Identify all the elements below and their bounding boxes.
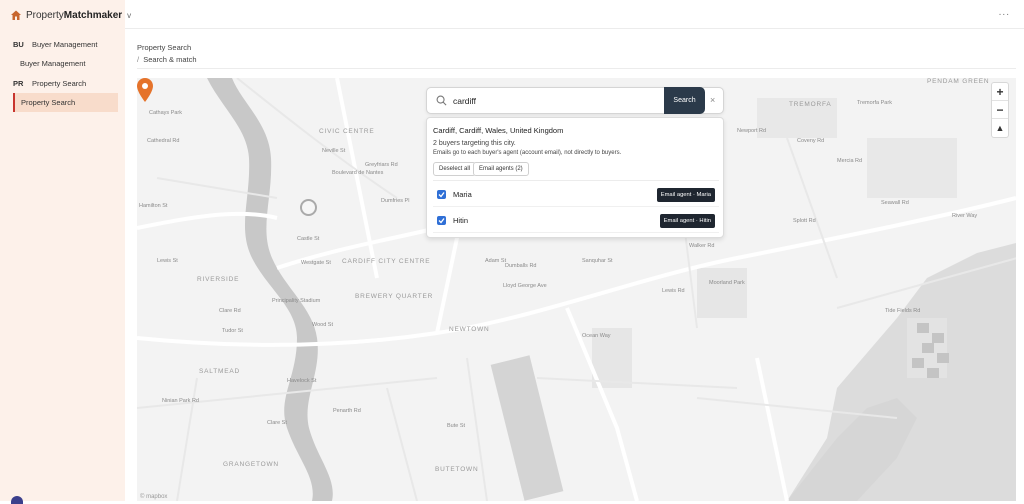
map-label: Moorland Park <box>709 280 745 286</box>
map-label: Coveny Rd <box>797 138 825 144</box>
map-label: BUTETOWN <box>435 466 479 473</box>
map-label: River Way <box>952 213 978 219</box>
map-label: Principality Stadium <box>272 298 321 304</box>
buyer-row: Maria Email agent · Maria <box>437 188 715 202</box>
nav-group-label: Property Search <box>32 79 87 88</box>
map-label: Dumfries Pl <box>381 198 410 204</box>
map-label: Lewis St <box>157 258 178 264</box>
map-label: Adam St <box>485 258 507 264</box>
nav-group-code: BU <box>13 40 24 49</box>
map-label: Seawall Rd <box>881 200 909 206</box>
map-label: Boulevard de Nantes <box>332 170 384 176</box>
top-bar: ... <box>125 0 1024 29</box>
email-agent-button[interactable]: Email agent · Maria <box>656 188 715 202</box>
house-icon <box>11 10 21 20</box>
brand-prefix: Property <box>26 9 64 21</box>
geolocate-circle <box>300 199 317 216</box>
map-attribution[interactable]: © mapbox <box>140 494 167 500</box>
zoom-in-button[interactable]: + <box>992 83 1008 101</box>
buyer-name: Hitin <box>453 216 469 225</box>
map-label: Newport Rd <box>737 128 767 134</box>
map-label: Hamilton St <box>139 203 168 209</box>
map-label: NEWTOWN <box>449 326 490 333</box>
brand[interactable]: Property Matchmaker v <box>10 7 131 23</box>
map-label: Ocean Way <box>582 333 611 339</box>
map-label: Westgate St <box>301 260 331 266</box>
email-agents-button[interactable]: Email agents (2) <box>473 162 529 176</box>
map-label: BREWERY QUARTER <box>355 293 434 300</box>
map-label: SALTMEAD <box>199 368 240 375</box>
map-label: Cathedral Rd <box>147 138 180 144</box>
map-label: Walker Rd <box>689 243 715 249</box>
nav-group-property-search[interactable]: PR Property Search <box>13 79 86 88</box>
map-label: Dumballs Rd <box>505 263 537 269</box>
map-label: Clare Rd <box>219 308 241 314</box>
map-label: Greyfriars Rd <box>365 162 398 168</box>
divider <box>433 206 719 207</box>
search-input[interactable] <box>453 93 653 109</box>
map-label: TREMORFA <box>789 101 832 108</box>
map-pin-icon[interactable] <box>137 78 153 102</box>
result-count: 2 buyers targeting this city. <box>433 140 516 147</box>
map-label: Mercia Rd <box>837 158 863 164</box>
map-label: Tudor St <box>222 328 243 334</box>
map-label: Bute St <box>447 423 466 429</box>
result-note: Emails go to each buyer's agent (account… <box>433 150 622 156</box>
more-menu-icon[interactable]: ... <box>999 7 1010 18</box>
nav-group-label: Buyer Management <box>32 40 98 49</box>
map-label: Tremorfa Park <box>857 100 892 106</box>
buyer-name: Maria <box>453 190 472 199</box>
nav-group-buyer-management[interactable]: BU Buyer Management <box>13 40 97 49</box>
buyer-row: Hitin Email agent · Hitin <box>437 214 715 228</box>
email-agent-button[interactable]: Email agent · Hitin <box>659 214 715 228</box>
map-label: PENDAM GREEN <box>927 78 990 85</box>
divider <box>433 232 719 233</box>
breadcrumb-current: Search & match <box>143 55 197 64</box>
checkmark-icon <box>438 218 445 224</box>
search-button[interactable]: Search <box>664 87 705 114</box>
compass-button[interactable]: ▲ <box>992 119 1008 137</box>
divider <box>433 180 719 181</box>
map-label: GRANGETOWN <box>223 461 279 468</box>
buyer-checkbox[interactable] <box>437 216 446 225</box>
zoom-out-button[interactable]: − <box>992 101 1008 119</box>
breadcrumb: / Search & match <box>137 55 197 64</box>
result-place: Cardiff, Cardiff, Wales, United Kingdom <box>433 126 564 135</box>
breadcrumb-title[interactable]: Property Search <box>137 43 191 52</box>
map-label: Cathays Park <box>149 110 183 116</box>
map-label: Lloyd George Ave <box>503 283 547 289</box>
divider <box>137 68 1016 69</box>
buyer-checkbox[interactable] <box>437 190 446 199</box>
zoom-controls: + − ▲ <box>991 82 1009 138</box>
search-results-panel: Cardiff, Cardiff, Wales, United Kingdom … <box>426 117 724 238</box>
nav-group-code: PR <box>13 79 24 88</box>
map-label: Splott Rd <box>793 218 816 224</box>
map-label: RIVERSIDE <box>197 276 240 283</box>
sidebar: Property Matchmaker v BU Buyer Managemen… <box>0 0 131 504</box>
breadcrumb-separator: / <box>137 55 140 64</box>
map-label: Lewis Rd <box>662 288 685 294</box>
map-label: Tide Fields Rd <box>885 308 921 314</box>
close-icon[interactable]: × <box>710 95 715 105</box>
map-label: CARDIFF CITY CENTRE <box>342 258 431 265</box>
sidebar-item-buyer-management[interactable]: Buyer Management <box>20 59 85 68</box>
map-label: CIVIC CENTRE <box>319 128 375 135</box>
map-label: Havelock St <box>287 378 317 384</box>
search-icon <box>436 95 447 106</box>
map-label: Neville St <box>322 148 346 154</box>
map-label: Castle St <box>297 236 320 242</box>
avatar[interactable] <box>11 496 23 504</box>
map-label: Ninian Park Rd <box>162 398 199 404</box>
brand-name: Matchmaker <box>63 9 123 21</box>
deselect-all-button[interactable]: Deselect all <box>433 162 477 176</box>
map-label: Penarth Rd <box>333 408 361 414</box>
sidebar-item-property-search[interactable]: Property Search <box>13 93 118 112</box>
map-label: Sanquhar St <box>582 258 613 264</box>
map-label: Clare St <box>267 420 287 426</box>
checkmark-icon <box>438 192 445 198</box>
search-bar: Search × <box>426 87 724 114</box>
map-label: Wood St <box>312 322 333 328</box>
